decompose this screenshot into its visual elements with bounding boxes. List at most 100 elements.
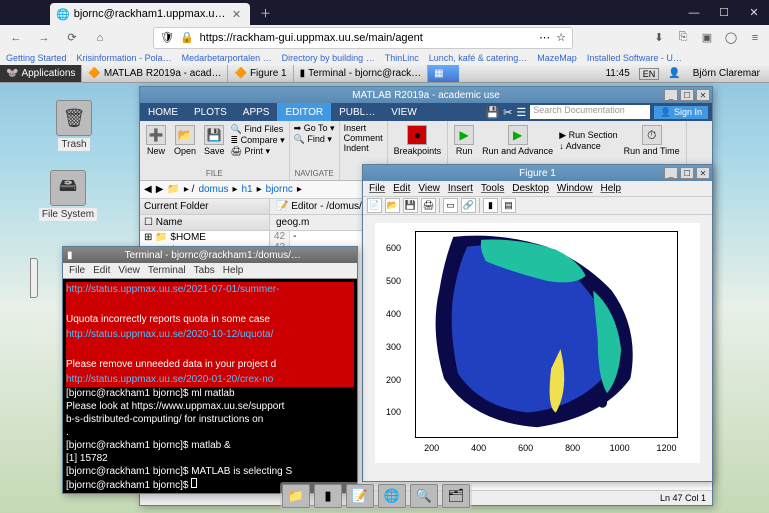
path-seg[interactable]: domus <box>198 184 228 195</box>
run-button[interactable]: ▶Run <box>452 123 476 158</box>
dock-search-icon[interactable]: 🔍 <box>410 484 438 508</box>
new-tab-button[interactable]: ＋ <box>256 3 276 23</box>
menu-file[interactable]: File <box>369 183 385 194</box>
minimize-icon[interactable]: — <box>679 0 709 25</box>
taskbar-terminal[interactable]: ▮Terminal - bjornc@rack… <box>293 65 427 82</box>
cut-icon[interactable]: ✂ <box>503 106 512 119</box>
home-button[interactable]: ⌂ <box>90 28 110 48</box>
menu-help[interactable]: Help <box>223 265 244 276</box>
legend-icon[interactable]: ▤ <box>501 198 516 213</box>
menu-window[interactable]: Window <box>557 183 593 194</box>
run-advance-button[interactable]: ▶Run and Advance <box>480 123 555 158</box>
cf-col-name[interactable]: ☐ Name <box>140 215 269 231</box>
search-documentation[interactable]: Search Documentation <box>530 105 650 119</box>
goto-button[interactable]: ➡ Go To ▾ <box>294 123 335 134</box>
new-button[interactable]: ➕New <box>144 123 168 158</box>
menu-view[interactable]: View <box>418 183 440 194</box>
tab-home[interactable]: HOME <box>140 103 186 121</box>
menu-view[interactable]: View <box>118 265 140 276</box>
dock-terminal-icon[interactable]: ▮ <box>314 484 342 508</box>
bookmark-item[interactable]: Getting Started <box>6 53 67 63</box>
figure-titlebar[interactable]: Figure 1 _☐✕ <box>363 165 712 181</box>
bookmark-item[interactable]: Krisinformation - Pola… <box>77 53 172 63</box>
dock-files-icon[interactable]: 📁 <box>282 484 310 508</box>
taskbar-workspace[interactable]: ▦ <box>427 65 459 82</box>
taskbar-figure[interactable]: 🔶Figure 1 <box>227 65 292 82</box>
user-name[interactable]: Björn Claremar <box>690 68 763 79</box>
filesystem-icon[interactable]: 🖴 File System <box>38 170 98 221</box>
back-button[interactable]: ← <box>6 28 26 48</box>
forward-button[interactable]: → <box>34 28 54 48</box>
advance-button[interactable]: ↓ Advance <box>559 141 617 151</box>
colorbar-icon[interactable]: ▮ <box>483 198 498 213</box>
edit-plot-icon[interactable]: ▭ <box>443 198 458 213</box>
path-seg[interactable]: h1 <box>241 184 252 195</box>
bookmark-item[interactable]: Lunch, kafé & catering… <box>429 53 528 63</box>
browser-tab[interactable]: 🌐 bjornc@rackham1.uppmax.u… ✕ <box>50 3 250 25</box>
bookmark-item[interactable]: MazeMap <box>537 53 577 63</box>
reader-icon[interactable]: ⋯ <box>539 31 550 44</box>
menu-insert[interactable]: Insert <box>448 183 473 194</box>
save-icon[interactable]: 💾 <box>485 106 499 119</box>
back-icon[interactable]: ◀ <box>144 184 152 195</box>
dock-web-icon[interactable]: 🌐 <box>378 484 406 508</box>
maximize-icon[interactable]: ☐ <box>709 0 739 25</box>
findfiles-button[interactable]: 🔍 Find Files <box>231 124 285 135</box>
terminal-titlebar[interactable]: ▮ Terminal - bjornc@rackham1:/domus/… <box>63 247 357 263</box>
runtime-button[interactable]: ⏱Run and Time <box>622 123 682 158</box>
bookmark-item[interactable]: Directory by building … <box>282 53 375 63</box>
tab-plots[interactable]: PLOTS <box>186 103 235 121</box>
menu-edit[interactable]: Edit <box>393 183 410 194</box>
account-icon[interactable]: ◯ <box>723 30 739 46</box>
find-button[interactable]: 🔍 Find ▾ <box>294 134 335 145</box>
dock-editor-icon[interactable]: 📝 <box>346 484 374 508</box>
open-button[interactable]: 📂Open <box>172 123 198 158</box>
menu-help[interactable]: Help <box>601 183 622 194</box>
matlab-titlebar[interactable]: MATLAB R2019a - academic use _☐✕ <box>140 87 712 103</box>
menu-edit[interactable]: Edit <box>93 265 110 276</box>
comment-button[interactable]: Comment <box>344 133 383 143</box>
drawer-handle[interactable] <box>30 258 38 298</box>
path-seg[interactable]: bjornc <box>266 184 293 195</box>
compare-button[interactable]: ≣ Compare ▾ <box>231 135 285 146</box>
save-icon[interactable]: 💾 <box>403 198 418 213</box>
sidebar-icon[interactable]: ▣ <box>699 30 715 46</box>
download-icon[interactable]: ⬇ <box>651 30 667 46</box>
close-icon[interactable]: ✕ <box>739 0 769 25</box>
keyboard-layout[interactable]: EN <box>639 68 660 80</box>
breakpoints-button[interactable]: ●Breakpoints <box>392 123 444 158</box>
new-figure-icon[interactable]: 📄 <box>367 198 382 213</box>
up-icon[interactable]: 📁 <box>167 184 179 195</box>
trash-icon[interactable]: 🗑 Trash <box>44 100 104 151</box>
menu-desktop[interactable]: Desktop <box>512 183 549 194</box>
fwd-icon[interactable]: ▶ <box>156 184 164 195</box>
menu-icon[interactable]: ≡ <box>747 30 763 46</box>
link-icon[interactable]: 🔗 <box>461 198 476 213</box>
bookmark-item[interactable]: Installed Software - U… <box>587 53 682 63</box>
tab-view[interactable]: VIEW <box>383 103 425 121</box>
print-icon[interactable]: 🖨 <box>421 198 436 213</box>
runsection-button[interactable]: ▶ Run Section <box>559 130 617 141</box>
copy-icon[interactable]: ☰ <box>516 106 526 119</box>
tab-apps[interactable]: APPS <box>235 103 278 121</box>
clock[interactable]: 11:45 <box>602 68 632 79</box>
menu-file[interactable]: File <box>69 265 85 276</box>
bookmark-icon[interactable]: ☆ <box>556 31 566 44</box>
library-icon[interactable]: ⎘ <box>675 30 691 46</box>
bookmark-item[interactable]: ThinLinc <box>385 53 419 63</box>
applications-menu[interactable]: 🐭 Applications <box>0 65 81 82</box>
plot-area[interactable]: 600 500 400 300 200 100 200 400 600 800 … <box>375 223 700 463</box>
bookmark-item[interactable]: Medarbetarportalen … <box>182 53 272 63</box>
tab-publish[interactable]: PUBL… <box>331 103 383 121</box>
menu-tabs[interactable]: Tabs <box>194 265 215 276</box>
tab-editor[interactable]: EDITOR <box>277 103 331 121</box>
folder-item[interactable]: ⊞ 📁 $HOME <box>140 231 269 244</box>
open-icon[interactable]: 📂 <box>385 198 400 213</box>
indent-button[interactable]: Indent <box>344 143 383 153</box>
close-icon[interactable]: ✕ <box>230 7 244 21</box>
insert-button[interactable]: Insert <box>344 123 383 133</box>
url-field[interactable]: 🛡 🔒 https://rackham-gui.uppmax.uu.se/mai… <box>153 27 573 49</box>
close-icon[interactable]: ✕ <box>696 167 710 179</box>
terminal-body[interactable]: http://status.uppmax.uu.se/2021-07-01/su… <box>63 279 357 495</box>
menu-terminal[interactable]: Terminal <box>148 265 186 276</box>
